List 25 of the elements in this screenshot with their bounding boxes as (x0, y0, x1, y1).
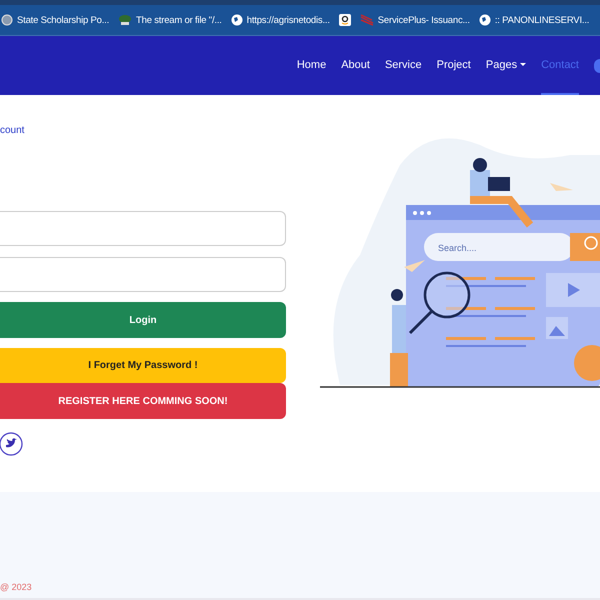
account-heading: count (0, 125, 24, 136)
input-field[interactable] (0, 211, 286, 246)
globe-icon (230, 14, 243, 26)
nav-link[interactable]: Pages (486, 36, 526, 95)
nav-link[interactable]: Service (384, 36, 422, 95)
bookmark-link[interactable]: The stream or file "/... (136, 14, 222, 26)
logo-icon (360, 14, 374, 26)
tree-icon (118, 14, 132, 26)
nav-link[interactable]: Home (296, 36, 326, 95)
copyright-text: @ 2023 (0, 582, 32, 592)
nav-link[interactable]: About (341, 36, 370, 95)
bookmark-link[interactable]: https://agrisnetodis... (246, 14, 330, 26)
bookmark-link[interactable]: :: PANONLINESERVI... (494, 14, 590, 26)
shopping-icon (338, 14, 351, 26)
bookmark-link[interactable]: ServicePlus- Issuanc... (378, 14, 470, 26)
forgot-password-button[interactable]: I Forget My Password ! (0, 348, 286, 383)
twitter-icon[interactable] (0, 431, 24, 457)
bookmark-link[interactable]: State Scholarship Po... (17, 14, 110, 26)
register-button[interactable]: REGISTER HERE COMMING SOON! (0, 383, 286, 419)
password-field[interactable] (0, 257, 286, 292)
nav-link[interactable]: Project (436, 36, 471, 95)
seal-icon (1, 14, 13, 26)
nav-button[interactable] (594, 58, 600, 72)
login-button[interactable]: Login (0, 302, 286, 338)
globe-icon (478, 14, 491, 26)
